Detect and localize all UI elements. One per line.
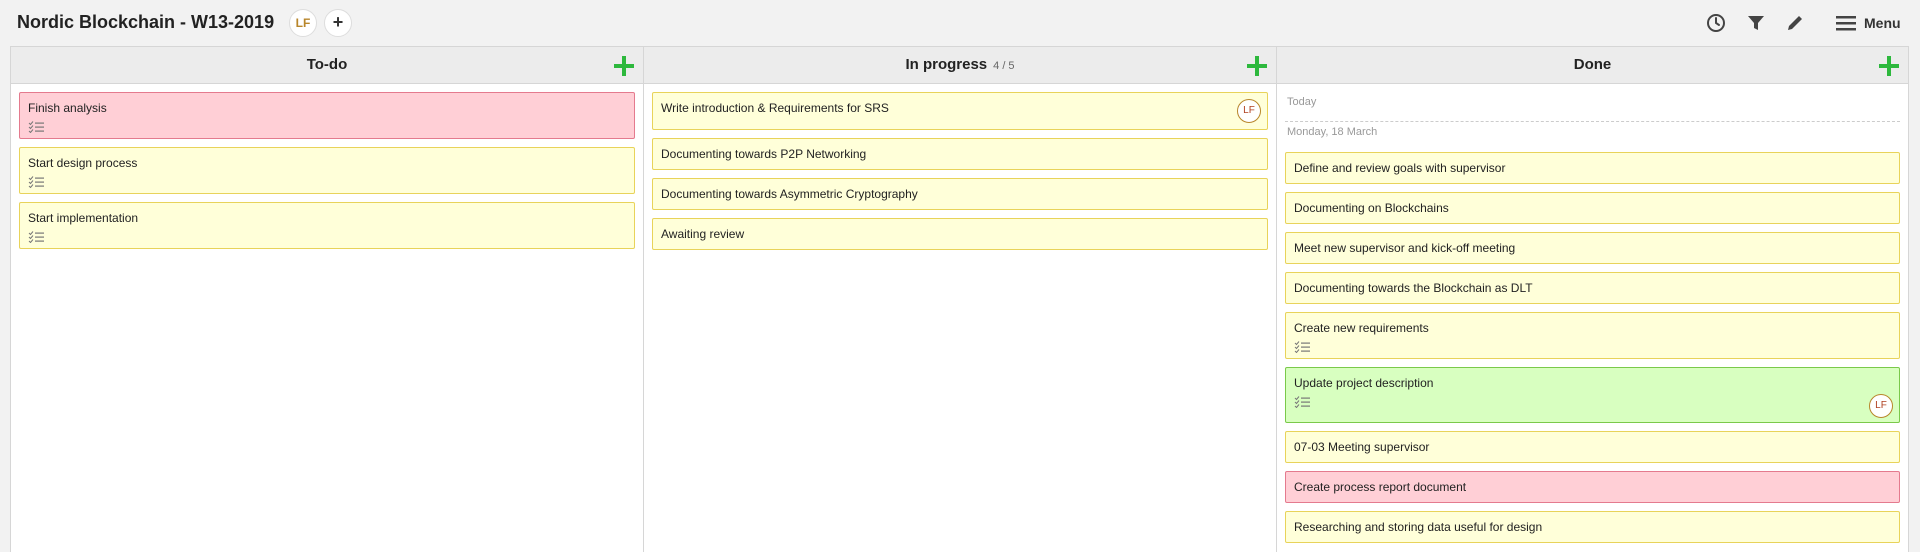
column-title: Done <box>1573 56 1612 73</box>
column-done: Done Today Monday, 18 March Define and r… <box>1277 47 1908 552</box>
card-title: Create new requirements <box>1294 321 1429 335</box>
board-title[interactable]: Nordic Blockchain - W13-2019 <box>17 12 274 33</box>
column-header: In progress 4 / 5 <box>644 47 1276 84</box>
add-card-icon[interactable] <box>1246 55 1268 77</box>
card[interactable]: Update project description LF <box>1285 367 1900 423</box>
menu-label: Menu <box>1864 15 1901 31</box>
card-title: 07-03 Meeting supervisor <box>1294 440 1430 454</box>
column-todo: To-do Finish analysis Start design proce… <box>11 47 644 552</box>
add-card-icon[interactable] <box>613 55 635 77</box>
section-today: Today <box>1285 92 1900 122</box>
wip-count: 4 / 5 <box>993 60 1015 72</box>
card[interactable]: Write introduction & Requirements for SR… <box>652 92 1268 130</box>
card[interactable]: Documenting towards P2P Networking <box>652 138 1268 170</box>
filter-icon[interactable] <box>1746 13 1766 33</box>
card-title: Update project description <box>1294 376 1434 390</box>
card[interactable]: Finish analysis <box>19 92 635 139</box>
add-card-icon[interactable] <box>1878 55 1900 77</box>
card-title: Finish analysis <box>28 101 107 115</box>
column-header: To-do <box>11 47 643 84</box>
checklist-icon <box>1294 396 1310 408</box>
menu-button[interactable]: Menu <box>1836 13 1901 33</box>
card-title: Start design process <box>28 156 138 170</box>
card-title: Documenting towards the Blockchain as DL… <box>1294 281 1533 295</box>
column-header: Done <box>1277 47 1908 84</box>
card-title: Create process report document <box>1294 480 1467 494</box>
card-title: Documenting towards P2P Networking <box>661 147 867 161</box>
card[interactable]: Create new requirements <box>1285 312 1900 359</box>
kanban-board: To-do Finish analysis Start design proce… <box>10 46 1909 552</box>
top-bar: Nordic Blockchain - W13-2019 LF + Menu <box>0 0 1920 46</box>
hamburger-icon <box>1836 16 1856 31</box>
add-member-button[interactable]: + <box>324 9 352 37</box>
checklist-icon <box>1294 341 1310 353</box>
card[interactable]: Documenting towards Asymmetric Cryptogra… <box>652 178 1268 210</box>
card[interactable]: Meet new supervisor and kick-off meeting <box>1285 232 1900 264</box>
history-icon[interactable] <box>1706 13 1726 33</box>
section-date: Monday, 18 March <box>1287 126 1378 138</box>
assignee-avatar[interactable]: LF <box>1237 99 1261 123</box>
card[interactable]: Define and review goals with supervisor <box>1285 152 1900 184</box>
card-title: Researching and storing data useful for … <box>1294 520 1543 534</box>
pencil-icon[interactable] <box>1785 13 1805 33</box>
card[interactable]: Start implementation <box>19 202 635 249</box>
assignee-avatar[interactable]: LF <box>1869 394 1893 418</box>
card-title: Documenting on Blockchains <box>1294 201 1449 215</box>
card-title: Meet new supervisor and kick-off meeting <box>1294 241 1516 255</box>
card-title: Start implementation <box>28 211 139 225</box>
card-title: Write introduction & Requirements for SR… <box>661 101 889 115</box>
column-in-progress: In progress 4 / 5 Write introduction & Re… <box>644 47 1277 552</box>
card[interactable]: Researching and storing data useful for … <box>1285 511 1900 543</box>
card-title: Define and review goals with supervisor <box>1294 161 1506 175</box>
card[interactable]: Create process report document <box>1285 471 1900 503</box>
card[interactable]: Documenting towards the Blockchain as DL… <box>1285 272 1900 304</box>
card[interactable]: Awaiting review <box>652 218 1268 250</box>
member-avatar[interactable]: LF <box>289 9 317 37</box>
card[interactable]: 07-03 Meeting supervisor <box>1285 431 1900 463</box>
checklist-icon <box>28 176 44 188</box>
checklist-icon <box>28 121 44 133</box>
column-title: In progress <box>905 56 988 73</box>
checklist-icon <box>28 231 44 243</box>
card-title: Documenting towards Asymmetric Cryptogra… <box>661 187 918 201</box>
column-title: To-do <box>306 56 348 73</box>
card[interactable]: Start design process <box>19 147 635 194</box>
card[interactable]: Documenting on Blockchains <box>1285 192 1900 224</box>
card-title: Awaiting review <box>661 227 745 241</box>
